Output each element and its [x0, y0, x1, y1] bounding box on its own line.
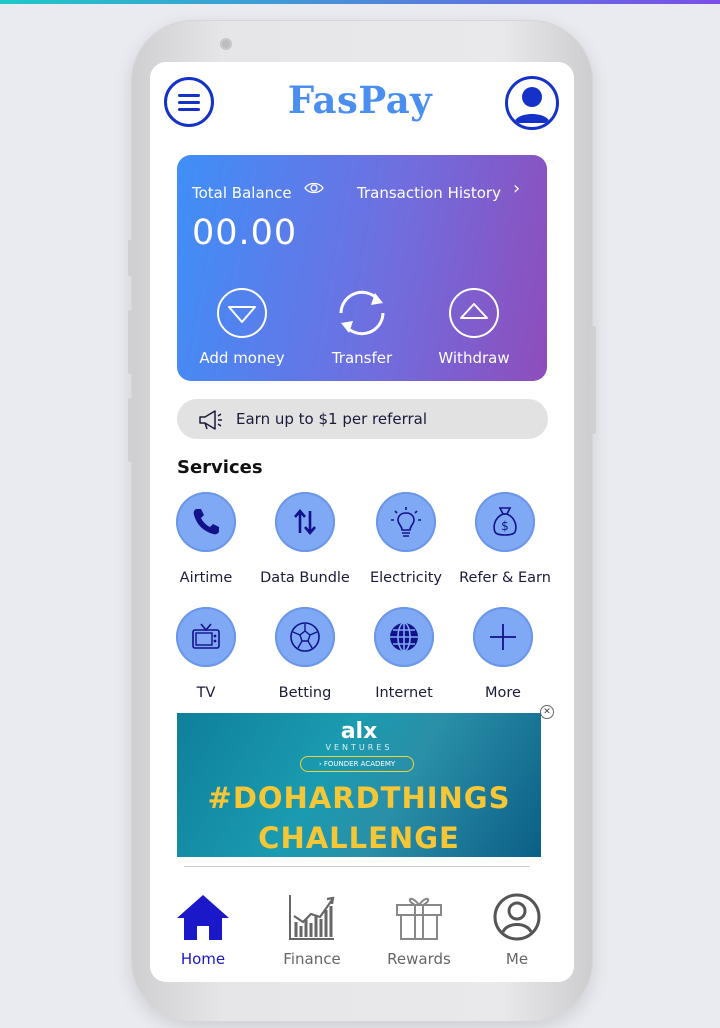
balance-amount: 00.00 [192, 213, 298, 253]
nav-label: Me [505, 950, 529, 968]
balance-label: Total Balance [192, 184, 292, 202]
add-money-label: Add money [199, 349, 285, 367]
svg-text:$: $ [501, 519, 509, 533]
nav-label: Home [180, 950, 226, 968]
service-label: More [485, 685, 521, 701]
ad-logo: alx [340, 719, 378, 744]
nav-label: Rewards [387, 950, 451, 968]
transaction-history-link[interactable]: Transaction History [357, 184, 501, 202]
tv-icon [192, 623, 220, 649]
plus-icon [490, 624, 516, 650]
services-title: Services [177, 457, 263, 478]
nav-label: Finance [283, 950, 341, 968]
nav-me[interactable]: Me [467, 892, 567, 968]
home-icon [177, 895, 229, 940]
service-circle [275, 492, 335, 552]
withdraw-label: Withdraw [438, 349, 510, 367]
lightbulb-icon [391, 507, 421, 537]
nav-home[interactable]: Home [153, 892, 253, 968]
service-circle [473, 607, 533, 667]
eye-icon[interactable] [304, 180, 324, 196]
service-tv[interactable]: TV [152, 607, 260, 701]
profile-button[interactable] [505, 76, 559, 130]
service-label: Refer & Earn [459, 570, 551, 586]
hamburger-menu-icon [178, 94, 200, 97]
money-bag-icon: $ [493, 507, 517, 536]
megaphone-icon [199, 410, 222, 430]
front-camera [220, 38, 232, 50]
phone-side-button [128, 398, 133, 462]
service-circle [275, 607, 335, 667]
top-accent-bar [0, 0, 720, 4]
download-arrow-icon [217, 288, 267, 338]
globe-icon [390, 622, 418, 652]
phone-side-button [128, 240, 133, 276]
service-label: Electricity [369, 570, 443, 586]
nav-finance[interactable]: Finance [262, 892, 362, 968]
service-label: Data Bundle [260, 570, 350, 586]
chevron-right-icon[interactable]: › [513, 178, 520, 199]
service-circle: $ [475, 492, 535, 552]
service-internet[interactable]: Internet [350, 607, 458, 701]
service-circle [376, 492, 436, 552]
balance-card: Total Balance Transaction History › 00.0… [177, 155, 547, 381]
user-avatar-icon [514, 87, 550, 123]
service-more[interactable]: More [449, 607, 557, 701]
ad-banner[interactable]: alx VENTURES › FOUNDER ACADEMY #DOHARDTH… [177, 713, 541, 857]
phone-side-button [128, 310, 133, 374]
ad-headline: #DOHARDTHINGS [207, 781, 511, 815]
service-electricity[interactable]: Electricity [352, 492, 460, 586]
referral-banner[interactable]: Earn up to $1 per referral [177, 399, 548, 439]
service-data-bundle[interactable]: Data Bundle [251, 492, 359, 586]
ad-close-icon[interactable]: ✕ [540, 705, 554, 719]
data-arrows-icon [294, 508, 316, 536]
service-circle [176, 492, 236, 552]
service-circle [374, 607, 434, 667]
add-money-button[interactable]: Add money [192, 287, 292, 367]
service-refer-earn[interactable]: $ Refer & Earn [451, 492, 559, 586]
gift-icon [396, 897, 442, 940]
service-betting[interactable]: Betting [251, 607, 359, 701]
transfer-label: Transfer [331, 349, 393, 367]
service-label: Airtime [179, 570, 233, 586]
service-label: Betting [278, 685, 332, 701]
app-title: FasPay [287, 78, 433, 122]
service-circle [176, 607, 236, 667]
phone-icon [193, 509, 219, 535]
nav-divider [184, 866, 530, 867]
nav-rewards[interactable]: Rewards [369, 892, 469, 968]
transfer-button[interactable]: Transfer [312, 287, 412, 367]
ad-headline-2: CHALLENGE [258, 821, 460, 855]
soccer-ball-icon [290, 622, 320, 652]
phone-power-button [591, 326, 596, 434]
referral-text: Earn up to $1 per referral [236, 410, 428, 428]
bar-chart-icon [289, 895, 335, 940]
upload-arrow-icon [449, 288, 499, 338]
profile-icon [493, 893, 541, 941]
service-label: Internet [375, 685, 433, 701]
refresh-icon [339, 290, 385, 336]
ad-pill: › FOUNDER ACADEMY [300, 756, 414, 772]
hamburger-line [178, 101, 200, 104]
menu-button[interactable] [164, 77, 214, 127]
hamburger-line [178, 108, 200, 111]
withdraw-button[interactable]: Withdraw [424, 287, 524, 367]
service-label: TV [196, 685, 216, 701]
service-airtime[interactable]: Airtime [152, 492, 260, 586]
ad-subtitle: VENTURES [325, 743, 393, 752]
